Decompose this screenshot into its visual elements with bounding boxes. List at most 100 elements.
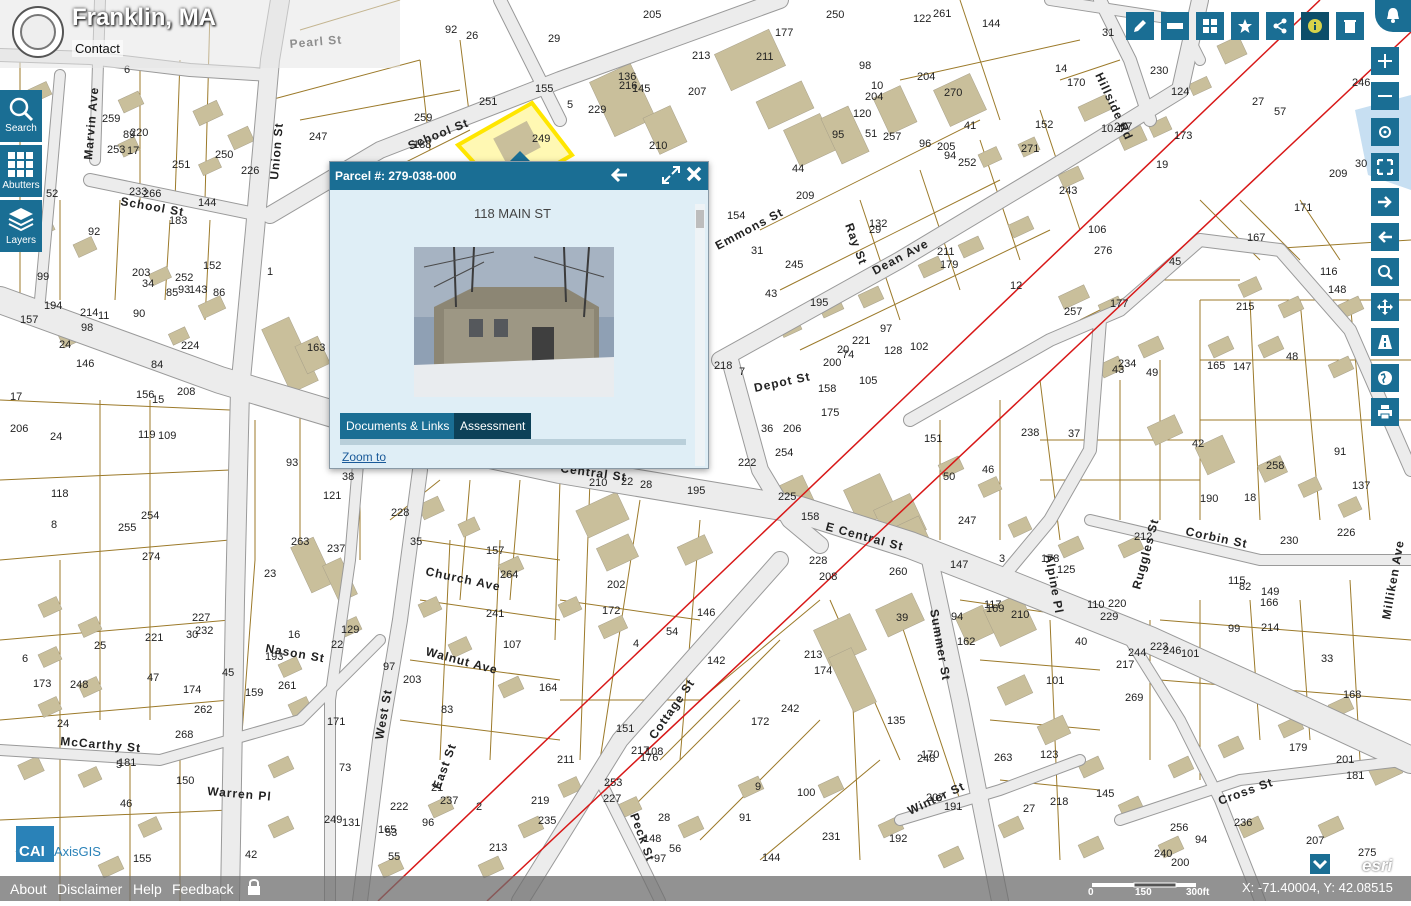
magnifier-icon xyxy=(1378,265,1393,280)
parcel-number-label: 248 xyxy=(70,679,88,691)
parcel-number-label: 213 xyxy=(804,649,822,661)
parcel-number-label: 260 xyxy=(889,566,907,578)
parcel-number-label: 250 xyxy=(826,9,844,21)
parcel-number-label: 37 xyxy=(1068,428,1080,440)
tab-documents-links[interactable]: Documents & Links xyxy=(340,413,456,439)
parcel-number-label: 252 xyxy=(175,272,193,284)
parcel-number-label: 232 xyxy=(195,625,213,637)
parcel-number-label: 203 xyxy=(403,674,421,686)
abutters-button[interactable]: Abutters xyxy=(0,145,42,197)
parcel-number-label: 33 xyxy=(1321,653,1333,665)
contact-link[interactable]: Contact xyxy=(72,40,123,57)
parcel-number-label: 53 xyxy=(385,827,397,839)
feedback-link[interactable]: Feedback xyxy=(172,881,233,897)
parcel-number-label: 146 xyxy=(697,607,715,619)
parcel-number-label: 220 xyxy=(1108,598,1126,610)
parcel-number-label: 40 xyxy=(1075,636,1087,648)
layout-tool-button[interactable] xyxy=(1196,12,1224,40)
parcel-number-label: 121 xyxy=(323,490,341,502)
minus-icon xyxy=(1378,95,1392,97)
parcel-number-label: 218 xyxy=(714,360,732,372)
parcel-number-label: 164 xyxy=(539,682,557,694)
pan-tool-button[interactable] xyxy=(1371,293,1399,321)
locate-button[interactable] xyxy=(1371,118,1399,146)
zoom-tool-button[interactable] xyxy=(1371,258,1399,286)
popup-back-button[interactable] xyxy=(609,166,631,186)
parcel-number-label: 46 xyxy=(982,464,994,476)
scroll-thumb[interactable] xyxy=(696,210,704,228)
parcel-number-label: 213 xyxy=(489,842,507,854)
parcel-number-label: 204 xyxy=(865,91,883,103)
parcel-number: Parcel #: 279-038-000 xyxy=(335,169,457,183)
print-button[interactable] xyxy=(1371,398,1399,426)
parcel-number-label: 202 xyxy=(607,579,625,591)
info-icon xyxy=(1308,19,1322,33)
parcel-number-label: 215 xyxy=(1236,301,1254,313)
parcel-number-label: 152 xyxy=(1035,119,1053,131)
parcel-number-label: 96 xyxy=(422,817,434,829)
parcel-number-label: 3 xyxy=(999,553,1005,565)
next-extent-button[interactable] xyxy=(1371,188,1399,216)
parcel-number-label: 56 xyxy=(669,843,681,855)
parcel-number-label: 242 xyxy=(781,703,799,715)
popup-close-button[interactable] xyxy=(683,166,705,186)
parcel-number-label: 211 xyxy=(937,246,955,258)
parcel-number-label: 25 xyxy=(94,640,106,652)
expand-icon xyxy=(1376,158,1394,176)
parcel-number-label: 267 xyxy=(1114,121,1132,133)
previous-extent-button[interactable] xyxy=(1371,223,1399,251)
zoom-to-link[interactable]: Zoom to xyxy=(342,450,386,464)
parcel-number-label: 225 xyxy=(778,491,796,503)
parcel-number-label: 178 xyxy=(1041,553,1059,565)
tab-assessment[interactable]: Assessment xyxy=(454,413,532,439)
measure-tool-button[interactable] xyxy=(1161,12,1189,40)
parcel-number-label: 110 xyxy=(1087,599,1105,611)
about-link[interactable]: About xyxy=(10,881,47,897)
help-link[interactable]: Help xyxy=(133,881,162,897)
zoom-in-button[interactable] xyxy=(1371,47,1399,75)
parcel-number-label: 152 xyxy=(203,260,221,272)
parcel-number-label: 147 xyxy=(1233,361,1251,373)
parcel-number-label: 253 xyxy=(604,777,622,789)
popup-scrollbar[interactable] xyxy=(695,204,705,466)
parcel-number-label: 30 xyxy=(1355,158,1367,170)
disclaimer-link[interactable]: Disclaimer xyxy=(57,881,122,897)
parcel-number-label: 243 xyxy=(1059,185,1077,197)
pencil-icon xyxy=(1134,20,1146,32)
zoom-out-button[interactable] xyxy=(1371,82,1399,110)
app-header: Franklin, MA Contact xyxy=(0,0,400,68)
identify-button[interactable] xyxy=(1301,12,1329,40)
parcel-number-label: 217 xyxy=(1116,659,1134,671)
parcel-number-label: 274 xyxy=(142,551,160,563)
abutters-label: Abutters xyxy=(2,180,40,191)
parcel-number-label: 271 xyxy=(1021,143,1039,155)
parcel-number-label: 226 xyxy=(1337,527,1355,539)
parcel-number-label: 230 xyxy=(1280,535,1298,547)
parcel-number-label: 115 xyxy=(1228,575,1246,587)
parcel-number-label: 123 xyxy=(1040,749,1058,761)
search-button[interactable]: Search xyxy=(0,90,42,142)
parcel-number-label: 158 xyxy=(818,383,836,395)
parcel-number-label: 246 xyxy=(1352,77,1370,89)
parcel-number-label: 263 xyxy=(994,752,1012,764)
parcel-number-label: 208 xyxy=(819,571,837,583)
parcel-number-label: 5 xyxy=(116,759,122,771)
parcel-number-label: 117 xyxy=(984,599,1002,611)
parcel-number-label: 254 xyxy=(141,510,159,522)
collapse-panel-button[interactable] xyxy=(1310,854,1330,874)
layers-button[interactable]: Layers xyxy=(0,200,42,252)
basemap-button[interactable] xyxy=(1371,364,1399,392)
notifications-button[interactable] xyxy=(1375,0,1411,32)
parcel-number-label: 137 xyxy=(1352,480,1370,492)
edit-tool-button[interactable] xyxy=(1126,12,1154,40)
clear-button[interactable] xyxy=(1336,12,1364,40)
parcel-number-label: 224 xyxy=(181,340,199,352)
popup-maximize-button[interactable] xyxy=(660,166,682,186)
parcel-number-label: 23 xyxy=(264,568,276,580)
bookmark-button[interactable] xyxy=(1231,12,1259,40)
street-view-button[interactable] xyxy=(1371,328,1399,356)
parcel-number-label: 167 xyxy=(1247,232,1265,244)
parcel-number-label: 210 xyxy=(649,140,667,152)
full-extent-button[interactable] xyxy=(1371,153,1399,181)
share-button[interactable] xyxy=(1266,12,1294,40)
